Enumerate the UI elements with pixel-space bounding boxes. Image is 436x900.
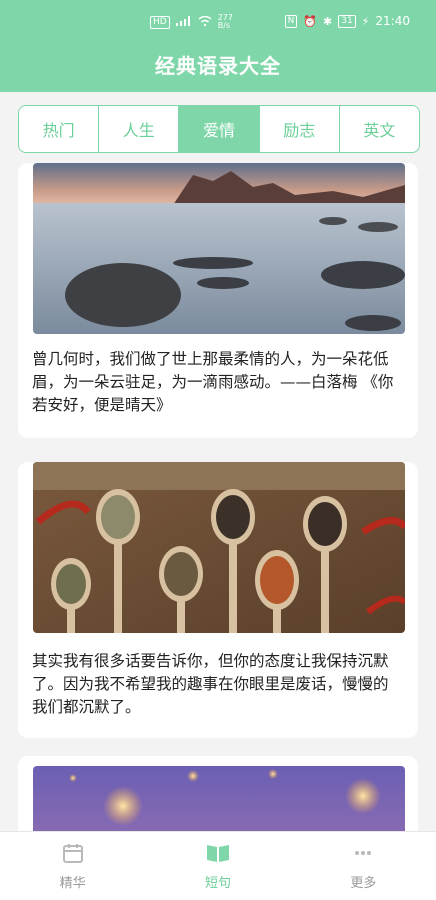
charging-icon: ⚡ xyxy=(361,14,370,28)
net-speed: 277 B/s xyxy=(217,13,233,30)
status-bar: HD 277 B/s N ⏰ ✱ 31 ⚡ 21:40 xyxy=(0,0,436,44)
battery-icon: 31 xyxy=(338,14,356,28)
nav-label: 更多 xyxy=(350,875,377,891)
status-right: N ⏰ ✱ 31 ⚡ 21:40 xyxy=(284,14,410,28)
spices-image xyxy=(33,462,405,633)
app-header: HD 277 B/s N ⏰ ✱ 31 ⚡ 21:40 经典语录大全 xyxy=(0,0,436,92)
hd-icon: HD xyxy=(150,15,170,29)
nfc-icon: N xyxy=(284,14,298,28)
bottom-navigation: 精华 短句 更多 xyxy=(0,831,436,900)
quote-text: 其实我有很多话要告诉你，但你的态度让我保持沉默了。因为我不希望我的趣事在你眼里是… xyxy=(32,652,389,716)
nav-featured[interactable]: 精华 xyxy=(0,832,145,900)
quote-card[interactable]: 曾几何时，我们做了世上那最柔情的人，为一朵花低眉，为一朵云驻足，为一滴雨感动。—… xyxy=(18,163,418,438)
alarm-icon: ⏰ xyxy=(303,14,317,28)
nav-label: 精华 xyxy=(59,875,86,891)
seascape-image xyxy=(33,163,405,334)
bluetooth-icon: ✱ xyxy=(323,14,333,28)
tab-inspire[interactable]: 励志 xyxy=(258,106,339,152)
clock: 21:40 xyxy=(375,14,410,28)
nav-label: 短句 xyxy=(204,875,231,891)
tab-life[interactable]: 人生 xyxy=(98,106,178,152)
calendar-icon xyxy=(62,842,84,868)
tab-love[interactable]: 爱情 xyxy=(178,106,259,152)
nav-more[interactable]: 更多 xyxy=(291,832,436,900)
signal-icon xyxy=(175,15,192,29)
tab-hot[interactable]: 热门 xyxy=(19,106,98,152)
tab-english[interactable]: 英文 xyxy=(338,106,419,152)
category-tabs: 热门 人生 爱情 励志 英文 xyxy=(18,105,420,153)
wifi-icon xyxy=(198,15,212,29)
quote-card[interactable]: 其实我有很多话要告诉你，但你的态度让我保持沉默了。因为我不希望我的趣事在你眼里是… xyxy=(18,462,418,738)
more-dots-icon xyxy=(352,842,374,868)
status-left: HD 277 B/s xyxy=(150,14,233,30)
book-icon xyxy=(205,842,231,868)
page-title: 经典语录大全 xyxy=(155,54,281,78)
quote-text: 曾几何时，我们做了世上那最柔情的人，为一朵花低眉，为一朵云驻足，为一滴雨感动。—… xyxy=(32,350,394,414)
nav-short-quotes[interactable]: 短句 xyxy=(145,832,290,900)
